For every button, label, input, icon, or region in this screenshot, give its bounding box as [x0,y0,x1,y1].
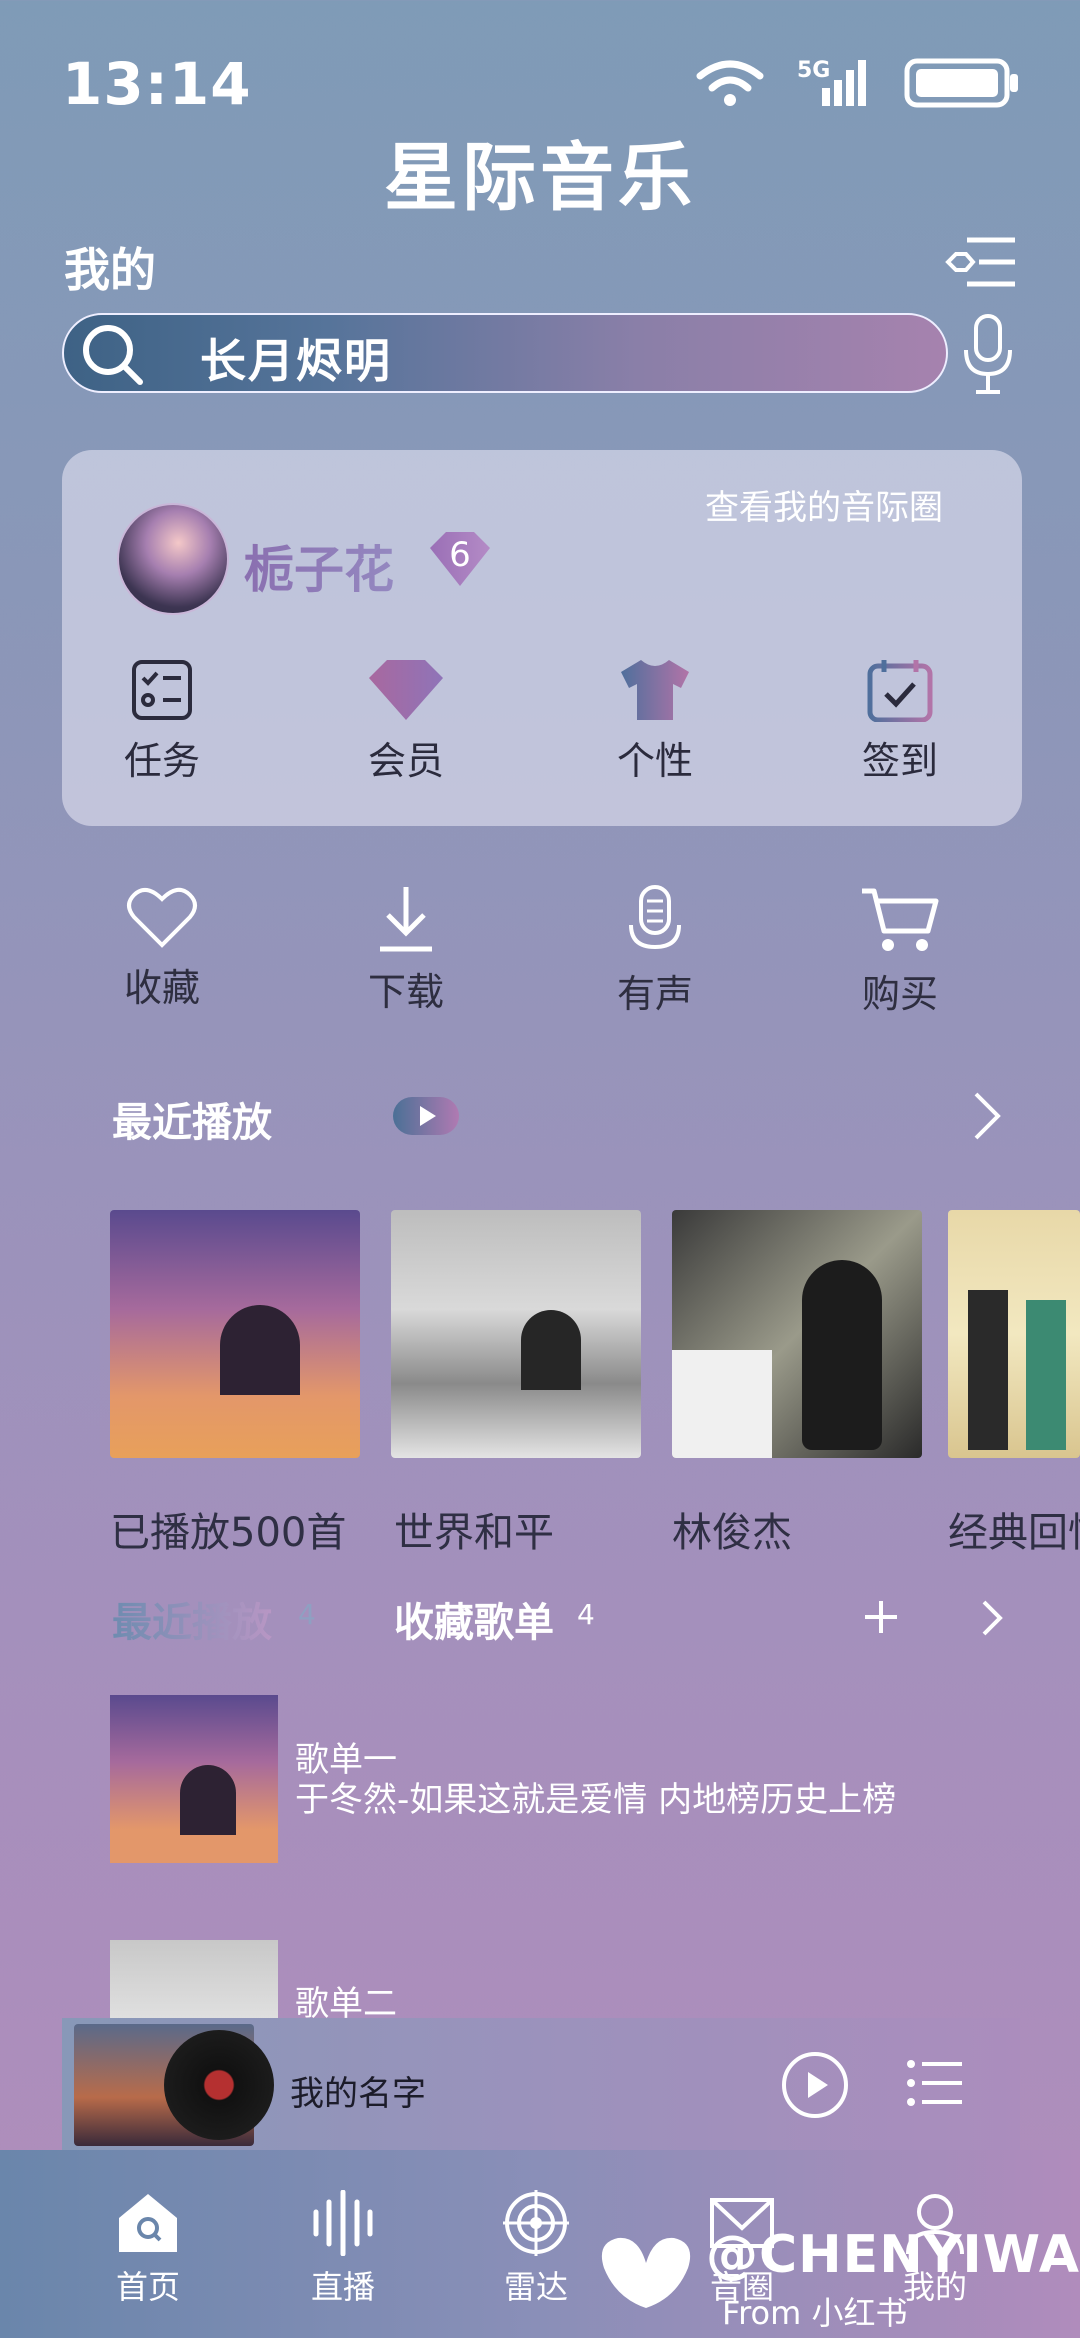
podcast-mic-icon [629,885,681,950]
album-cover[interactable] [391,1210,641,1458]
soundwave-icon [313,2190,373,2256]
menu-list-icon[interactable] [945,232,1017,292]
app-title: 星际音乐 [384,135,696,221]
nav-live[interactable]: 直播 [283,2190,403,2308]
album-caption: 林俊杰 [672,1510,792,1556]
calendar-check-icon [867,660,933,722]
album-caption: 世界和平 [394,1510,554,1556]
audiobook-button[interactable]: 有声 [585,885,725,1018]
cart-icon [862,888,939,951]
checkin-label: 签到 [861,739,938,783]
section-title: 我的 [64,243,156,297]
play-icon [420,1106,436,1126]
playlist-cover[interactable] [110,1695,278,1863]
checkin-button[interactable]: 签到 [840,658,960,785]
status-time: 13:14 [62,50,252,118]
album-cover[interactable] [672,1210,922,1458]
favorites-button[interactable]: 收藏 [92,885,232,1012]
tab-recent-count: 4 [298,1598,316,1631]
task-icon [132,660,192,720]
avatar[interactable] [117,503,229,615]
audiobook-label: 有声 [616,972,693,1016]
heart-icon [127,887,197,948]
nav-radar[interactable]: 雷达 [476,2190,596,2308]
task-label: 任务 [123,739,200,783]
download-label: 下载 [367,970,444,1014]
album-cover[interactable] [948,1210,1080,1458]
nav-home-label: 首页 [115,2268,180,2306]
diamond-icon [369,660,443,720]
search-input[interactable]: 长月烬明 [200,325,392,391]
signal-icon [822,60,866,106]
play-all-button[interactable] [393,1097,459,1135]
task-button[interactable]: 任务 [102,658,222,785]
microphone-icon[interactable] [960,312,1016,396]
personalize-label: 个性 [616,739,693,783]
member-button[interactable]: 会员 [346,658,466,785]
nav-home[interactable]: 首页 [88,2190,208,2308]
now-playing-title: 我的名字 [290,2074,426,2114]
view-circle-link[interactable]: 查看我的音际圈 [705,480,943,529]
chevron-right-icon[interactable] [980,1598,1004,1638]
tab-favorite-count: 4 [577,1598,595,1631]
tab-favorite-playlists[interactable]: 收藏歌单 [394,1590,554,1648]
playlist-icon[interactable] [906,2058,964,2108]
play-circle-icon[interactable] [780,2050,850,2120]
username: 栀子花 [244,530,394,602]
playlist-cover[interactable] [110,1940,278,2020]
tshirt-icon [621,660,689,720]
now-playing-cover[interactable] [74,2024,274,2146]
member-label: 会员 [367,739,444,783]
tab-recent[interactable]: 最近播放 [112,1590,272,1648]
recent-title: 最近播放 [112,1100,272,1146]
add-icon[interactable] [862,1598,900,1636]
battery-icon [904,58,1018,108]
home-icon [119,2194,177,2252]
radar-icon [503,2190,569,2256]
download-icon [380,887,432,952]
level-number: 6 [449,535,471,575]
purchase-button[interactable]: 购买 [830,885,970,1018]
nav-radar-label: 雷达 [503,2268,568,2306]
album-caption: 已播放500首 [110,1510,347,1556]
favorites-label: 收藏 [123,966,200,1010]
personalize-button[interactable]: 个性 [595,658,715,785]
download-button[interactable]: 下载 [336,885,476,1016]
search-icon [83,325,143,385]
nav-live-label: 直播 [310,2268,375,2306]
purchase-label: 购买 [861,972,938,1016]
album-cover[interactable] [110,1210,360,1458]
playlist-desc: 于冬然-如果这就是爱情 内地榜历史上榜 [295,1780,897,1820]
watermark-logo-icon [601,2237,691,2308]
watermark-source: From 小红书 [722,2294,908,2332]
wifi-icon [696,60,764,106]
album-caption: 经典回忆 [948,1510,1080,1556]
chevron-right-icon[interactable] [972,1090,1002,1142]
search-bar[interactable] [62,313,948,393]
watermark-handle: @CHENYIWAN [706,2225,1080,2285]
